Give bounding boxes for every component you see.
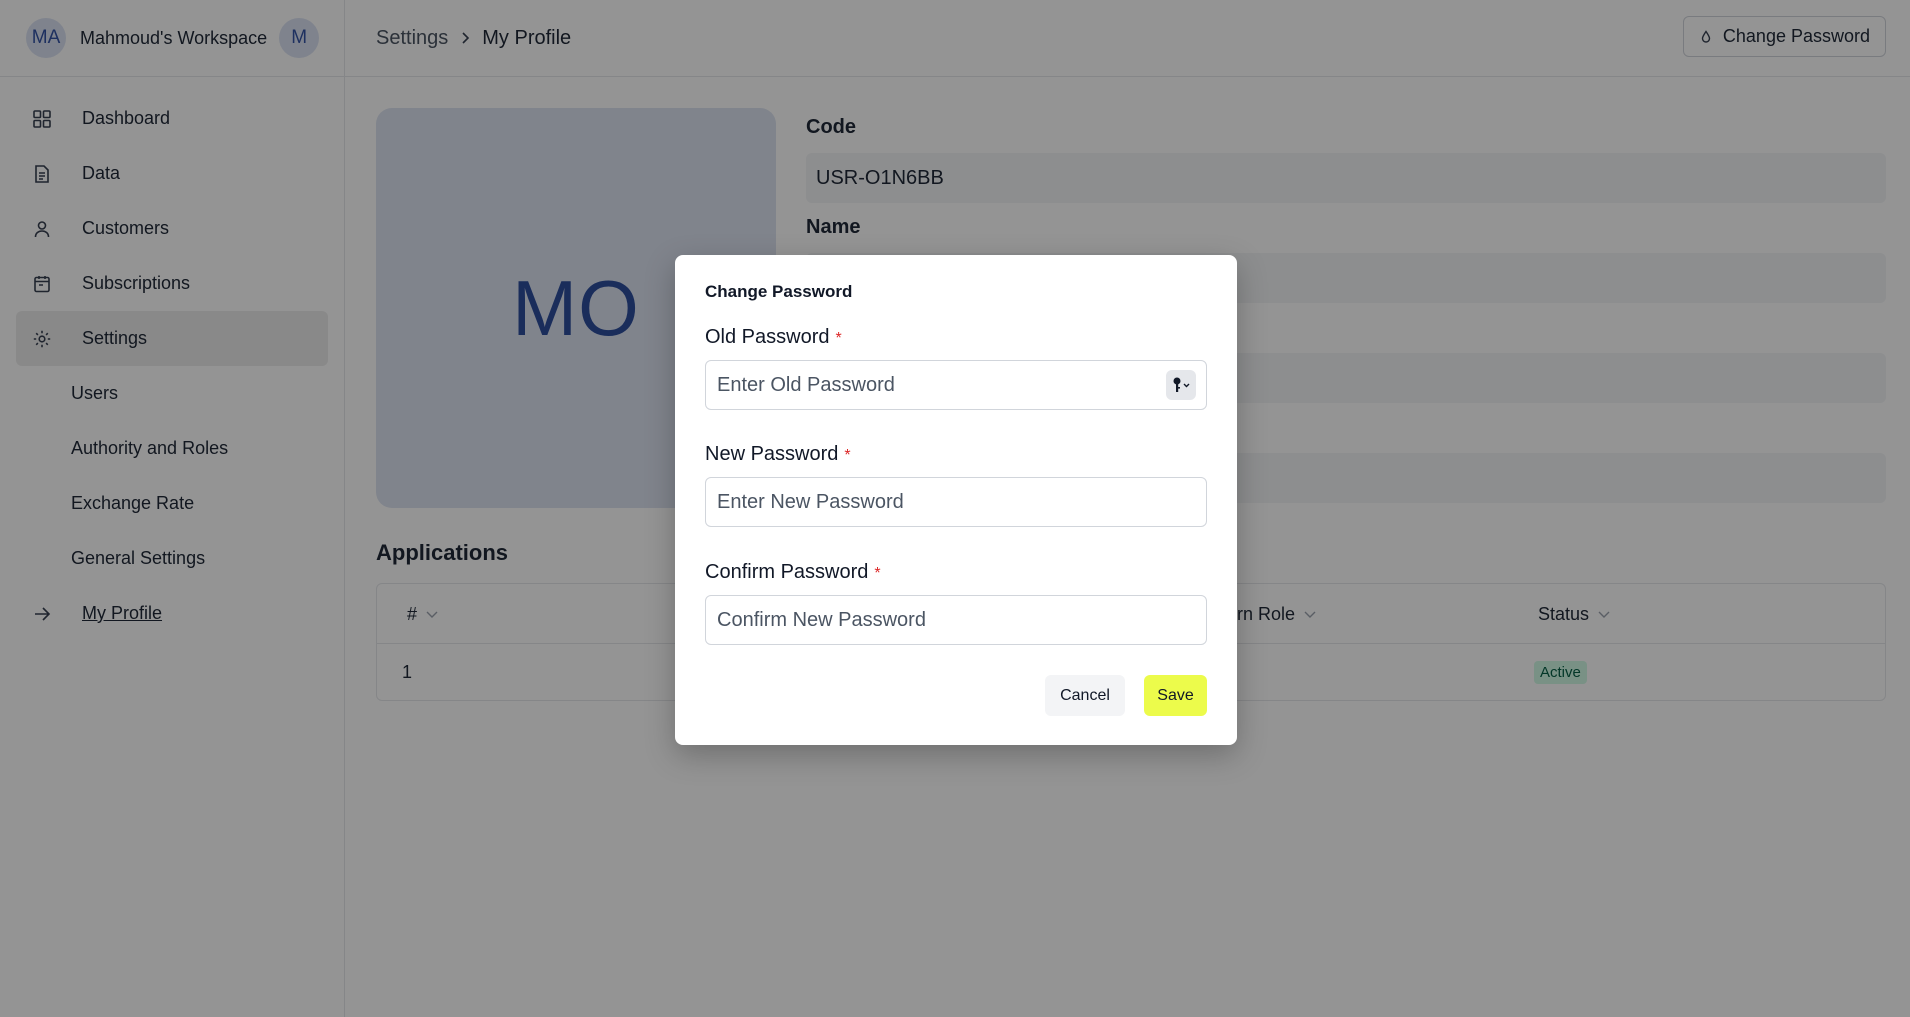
label-text: Confirm Password — [705, 561, 869, 583]
required-marker: * — [874, 565, 881, 582]
dialog-title: Change Password — [705, 282, 853, 301]
label-text: Old Password — [705, 326, 830, 348]
required-marker: * — [835, 330, 842, 347]
cancel-button[interactable]: Cancel — [1045, 675, 1125, 716]
required-marker: * — [844, 447, 851, 464]
confirm-password-label: Confirm Password * — [705, 561, 881, 584]
change-password-dialog: Change Password Old Password * New Passwo… — [675, 255, 1237, 745]
old-password-input[interactable] — [705, 360, 1207, 410]
confirm-password-input[interactable] — [705, 595, 1207, 645]
save-button[interactable]: Save — [1144, 675, 1207, 716]
label-text: New Password — [705, 443, 839, 465]
new-password-label: New Password * — [705, 443, 851, 466]
new-password-input[interactable] — [705, 477, 1207, 527]
password-manager-icon[interactable] — [1166, 370, 1196, 400]
old-password-label: Old Password * — [705, 326, 842, 349]
